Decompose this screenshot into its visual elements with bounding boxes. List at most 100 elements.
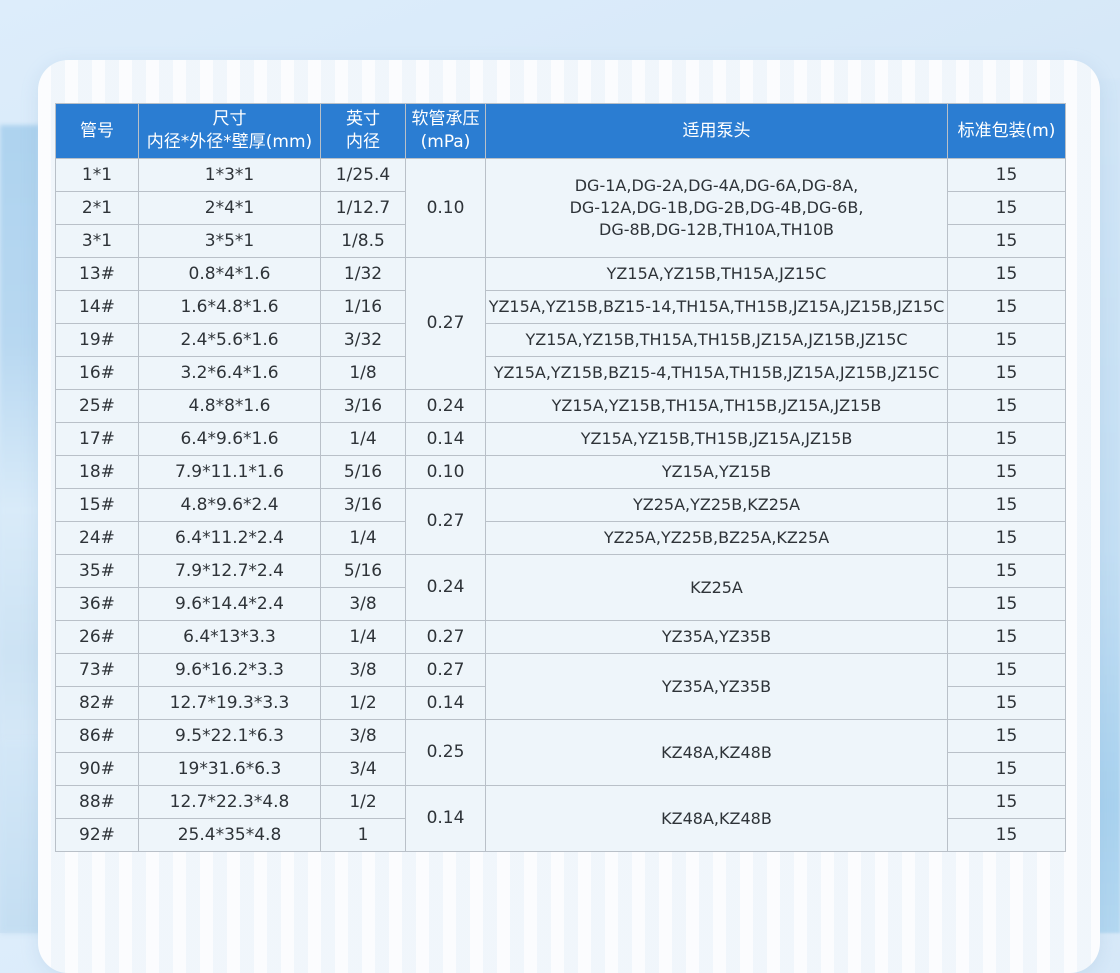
- cell-tube-no: 82#: [56, 687, 139, 720]
- cell-pressure: 0.10: [406, 456, 486, 489]
- cell-size-mm: 4.8*8*1.6: [139, 390, 321, 423]
- cell-packaging: 15: [948, 753, 1066, 786]
- cell-size-mm: 9.5*22.1*6.3: [139, 720, 321, 753]
- cell-pump-heads: YZ15A,YZ15B,TH15A,TH15B,JZ15A,JZ15B: [486, 390, 948, 423]
- cell-pump-heads: YZ25A,YZ25B,BZ25A,KZ25A: [486, 522, 948, 555]
- cell-size-mm: 19*31.6*6.3: [139, 753, 321, 786]
- cell-tube-no: 26#: [56, 621, 139, 654]
- table-body: 1*11*3*11/25.40.10DG-1A,DG-2A,DG-4A,DG-6…: [56, 159, 1066, 852]
- column-header-packaging: 标准包装(m): [948, 104, 1066, 159]
- cell-tube-no: 13#: [56, 258, 139, 291]
- cell-packaging: 15: [948, 489, 1066, 522]
- cell-pump-heads: KZ25A: [486, 555, 948, 621]
- cell-packaging: 15: [948, 324, 1066, 357]
- cell-inch-id: 1/16: [321, 291, 406, 324]
- cell-pump-heads: YZ35A,YZ35B: [486, 621, 948, 654]
- cell-tube-no: 86#: [56, 720, 139, 753]
- cell-pump-heads: YZ15A,YZ15B,BZ15-4,TH15A,TH15B,JZ15A,JZ1…: [486, 357, 948, 390]
- cell-packaging: 15: [948, 456, 1066, 489]
- cell-tube-no: 19#: [56, 324, 139, 357]
- cell-pressure: 0.10: [406, 159, 486, 258]
- cell-pump-heads: KZ48A,KZ48B: [486, 786, 948, 852]
- cell-size-mm: 9.6*16.2*3.3: [139, 654, 321, 687]
- cell-tube-no: 25#: [56, 390, 139, 423]
- cell-size-mm: 7.9*12.7*2.4: [139, 555, 321, 588]
- cell-packaging: 15: [948, 720, 1066, 753]
- table-row: 25#4.8*8*1.63/160.24YZ15A,YZ15B,TH15A,TH…: [56, 390, 1066, 423]
- cell-pressure: 0.27: [406, 654, 486, 687]
- cell-tube-no: 24#: [56, 522, 139, 555]
- cell-packaging: 15: [948, 390, 1066, 423]
- cell-size-mm: 1.6*4.8*1.6: [139, 291, 321, 324]
- cell-inch-id: 1/25.4: [321, 159, 406, 192]
- cell-inch-id: 3/8: [321, 588, 406, 621]
- cell-inch-id: 3/32: [321, 324, 406, 357]
- cell-pump-heads: KZ48A,KZ48B: [486, 720, 948, 786]
- cell-inch-id: 3/8: [321, 720, 406, 753]
- cell-pressure: 0.27: [406, 258, 486, 390]
- cell-pump-heads: YZ15A,YZ15B,TH15A,TH15B,JZ15A,JZ15B,JZ15…: [486, 324, 948, 357]
- cell-packaging: 15: [948, 687, 1066, 720]
- cell-size-mm: 6.4*13*3.3: [139, 621, 321, 654]
- cell-pump-heads: YZ25A,YZ25B,KZ25A: [486, 489, 948, 522]
- cell-packaging: 15: [948, 522, 1066, 555]
- cell-packaging: 15: [948, 291, 1066, 324]
- table-row: 14#1.6*4.8*1.61/16YZ15A,YZ15B,BZ15-14,TH…: [56, 291, 1066, 324]
- cell-pressure: 0.14: [406, 687, 486, 720]
- cell-size-mm: 4.8*9.6*2.4: [139, 489, 321, 522]
- cell-inch-id: 1/8.5: [321, 225, 406, 258]
- header-row: 管号尺寸内径*外径*壁厚(mm)英寸内径软管承压(mPa)适用泵头标准包装(m): [56, 104, 1066, 159]
- table-row: 17#6.4*9.6*1.61/40.14YZ15A,YZ15B,TH15B,J…: [56, 423, 1066, 456]
- cell-packaging: 15: [948, 786, 1066, 819]
- cell-inch-id: 1/4: [321, 423, 406, 456]
- table-row: 16#3.2*6.4*1.61/8YZ15A,YZ15B,BZ15-4,TH15…: [56, 357, 1066, 390]
- cell-inch-id: 3/8: [321, 654, 406, 687]
- cell-pump-heads: YZ35A,YZ35B: [486, 654, 948, 720]
- cell-tube-no: 36#: [56, 588, 139, 621]
- cell-pressure: 0.25: [406, 720, 486, 786]
- cell-packaging: 15: [948, 192, 1066, 225]
- cell-size-mm: 2*4*1: [139, 192, 321, 225]
- cell-packaging: 15: [948, 225, 1066, 258]
- table-row: 24#6.4*11.2*2.41/4 YZ25A,YZ25B,BZ25A,KZ25…: [56, 522, 1066, 555]
- hose-spec-table: 管号尺寸内径*外径*壁厚(mm)英寸内径软管承压(mPa)适用泵头标准包装(m)…: [55, 103, 1066, 852]
- cell-pressure: 0.27: [406, 621, 486, 654]
- cell-packaging: 15: [948, 258, 1066, 291]
- cell-inch-id: 1: [321, 819, 406, 852]
- cell-tube-no: 2*1: [56, 192, 139, 225]
- table-row: 88#12.7*22.3*4.81/20.14KZ48A,KZ48B15: [56, 786, 1066, 819]
- cell-tube-no: 1*1: [56, 159, 139, 192]
- background-decoration-left: [0, 125, 40, 745]
- cell-pump-heads: YZ15A,YZ15B: [486, 456, 948, 489]
- cell-inch-id: 1/12.7: [321, 192, 406, 225]
- cell-tube-no: 35#: [56, 555, 139, 588]
- cell-inch-id: 5/16: [321, 555, 406, 588]
- cell-inch-id: 5/16: [321, 456, 406, 489]
- cell-pump-heads: YZ15A,YZ15B,TH15B,JZ15A,JZ15B: [486, 423, 948, 456]
- cell-tube-no: 88#: [56, 786, 139, 819]
- cell-size-mm: 3.2*6.4*1.6: [139, 357, 321, 390]
- cell-pump-heads: DG-1A,DG-2A,DG-4A,DG-6A,DG-8A,DG-12A,DG-…: [486, 159, 948, 258]
- column-header-size-mm: 尺寸内径*外径*壁厚(mm): [139, 104, 321, 159]
- cell-packaging: 15: [948, 819, 1066, 852]
- table-row: 35#7.9*12.7*2.45/160.24KZ25A15: [56, 555, 1066, 588]
- cell-inch-id: 1/4: [321, 621, 406, 654]
- table-row: 86#9.5*22.1*6.33/80.25KZ48A,KZ48B15: [56, 720, 1066, 753]
- cell-tube-no: 90#: [56, 753, 139, 786]
- cell-tube-no: 14#: [56, 291, 139, 324]
- cell-inch-id: 3/4: [321, 753, 406, 786]
- cell-pressure: 0.24: [406, 555, 486, 621]
- cell-packaging: 15: [948, 159, 1066, 192]
- cell-pressure: 0.27: [406, 489, 486, 555]
- cell-packaging: 15: [948, 423, 1066, 456]
- cell-inch-id: 1/4: [321, 522, 406, 555]
- cell-tube-no: 92#: [56, 819, 139, 852]
- cell-size-mm: 6.4*11.2*2.4: [139, 522, 321, 555]
- cell-pressure: 0.24: [406, 390, 486, 423]
- table-row: 18#7.9*11.1*1.65/160.10YZ15A,YZ15B15: [56, 456, 1066, 489]
- cell-pressure: 0.14: [406, 423, 486, 456]
- cell-inch-id: 1/2: [321, 687, 406, 720]
- table-row: 73#9.6*16.2*3.33/80.27YZ35A,YZ35B15: [56, 654, 1066, 687]
- cell-packaging: 15: [948, 555, 1066, 588]
- column-header-pump-heads: 适用泵头: [486, 104, 948, 159]
